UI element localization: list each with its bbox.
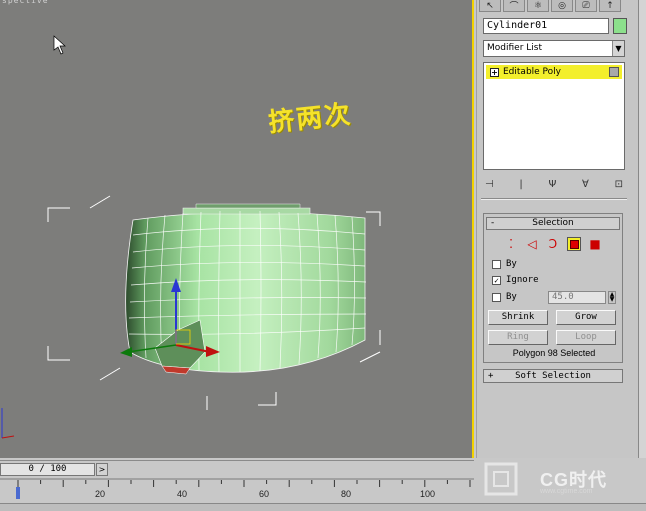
- mouse-cursor-icon: [53, 35, 66, 55]
- selection-rollout: - Selection ⁚ ◁ Ↄ ■ By ✓ Ignore By 45.0 …: [483, 213, 623, 363]
- soft-selection-title: Soft Selection: [515, 371, 591, 381]
- stack-toolbar: ⊣ | Ψ ∀ ⊡: [485, 177, 623, 191]
- configure-sets-icon[interactable]: ⊡: [615, 179, 623, 190]
- current-frame-marker: [16, 487, 20, 499]
- stack-item-label: Editable Poly: [503, 67, 561, 77]
- tick-label: 20: [95, 489, 106, 499]
- by-angle-label: By: [506, 292, 517, 302]
- status-bar: [0, 503, 646, 511]
- make-unique-icon[interactable]: Ψ: [548, 179, 556, 190]
- cylinder-mesh[interactable]: [125, 203, 367, 375]
- by-angle-row[interactable]: By: [492, 291, 517, 303]
- tab-create[interactable]: ↖: [479, 0, 501, 12]
- vertex-icon[interactable]: ⁚: [504, 237, 518, 251]
- modifier-stack[interactable]: + Editable Poly: [483, 62, 625, 170]
- border-icon[interactable]: Ↄ: [546, 237, 560, 251]
- tick-label: 100: [420, 489, 436, 499]
- selection-rollout-header[interactable]: - Selection: [486, 217, 620, 230]
- frame-indicator[interactable]: 0 / 100: [0, 463, 95, 476]
- trackbar[interactable]: 20 40 60 80 100: [0, 477, 474, 503]
- tab-motion[interactable]: ◎: [551, 0, 573, 12]
- modifier-list-label: Modifier List: [487, 43, 542, 53]
- panel-divider: [481, 198, 627, 200]
- soft-selection-rollout-header[interactable]: + Soft Selection: [483, 369, 623, 383]
- tab-utilities[interactable]: ↑: [599, 0, 621, 12]
- watermark-logo: CG时代 www.cgtime.com: [480, 460, 640, 500]
- by-vertex-row[interactable]: By: [492, 258, 517, 270]
- logo-url: www.cgtime.com: [540, 488, 593, 495]
- grow-button[interactable]: Grow: [556, 310, 616, 325]
- chevron-down-icon[interactable]: ▼: [612, 41, 624, 56]
- subobject-level-icons: ⁚ ◁ Ↄ ■: [504, 236, 604, 252]
- shrink-button[interactable]: Shrink: [488, 310, 548, 325]
- ignore-backfacing-checkbox[interactable]: ✓: [492, 275, 501, 285]
- expand-plus-icon: +: [488, 371, 494, 381]
- angle-spinner[interactable]: ▲ ▼: [608, 291, 616, 304]
- tab-display[interactable]: ⎚: [575, 0, 597, 12]
- tab-hierarchy[interactable]: ⚛: [527, 0, 549, 12]
- object-color-swatch[interactable]: [613, 18, 627, 34]
- world-axis-icon: [1, 408, 15, 439]
- panel-scrollbar[interactable]: [638, 0, 646, 458]
- polygon-icon[interactable]: [567, 237, 581, 251]
- pin-stack-icon[interactable]: ⊣: [485, 179, 494, 190]
- stack-item-editable-poly[interactable]: + Editable Poly: [486, 65, 622, 79]
- stack-item-box-icon: [609, 67, 619, 77]
- time-slider[interactable]: 0 / 100 >: [0, 460, 474, 477]
- edge-icon[interactable]: ◁: [525, 237, 539, 251]
- expand-plus-icon[interactable]: +: [490, 67, 499, 77]
- show-end-result-icon[interactable]: |: [519, 179, 522, 190]
- by-vertex-label: By: [506, 259, 517, 269]
- scene-canvas[interactable]: [0, 0, 474, 458]
- modifier-list-dropdown[interactable]: Modifier List ▼: [483, 40, 625, 57]
- command-panel: ↖ ⌒ ⚛ ◎ ⎚ ↑ Cylinder01 Modifier List ▼ +…: [476, 0, 646, 458]
- selection-title: Selection: [532, 218, 574, 228]
- command-panel-tabs: ↖ ⌒ ⚛ ◎ ⎚ ↑: [479, 0, 639, 12]
- by-angle-checkbox[interactable]: [492, 292, 501, 302]
- ignore-backfacing-row[interactable]: ✓ Ignore: [492, 274, 539, 286]
- remove-modifier-icon[interactable]: ∀: [582, 179, 589, 190]
- tab-modify[interactable]: ⌒: [503, 0, 525, 12]
- by-vertex-checkbox[interactable]: [492, 259, 501, 269]
- trackbar-ticks: [0, 478, 474, 499]
- selection-status: Polygon 98 Selected: [512, 348, 596, 358]
- ignore-backfacing-label: Ignore: [506, 275, 539, 285]
- collapse-minus-icon: -: [491, 218, 495, 228]
- tick-label: 40: [177, 489, 188, 499]
- tick-label: 60: [259, 489, 270, 499]
- element-icon[interactable]: ■: [588, 237, 602, 251]
- object-name-field[interactable]: Cylinder01: [483, 18, 609, 34]
- next-frame-button[interactable]: >: [96, 463, 108, 476]
- cg-logo-icon: [484, 462, 518, 496]
- ring-button[interactable]: Ring: [488, 330, 548, 345]
- angle-input[interactable]: 45.0: [548, 291, 606, 304]
- loop-button[interactable]: Loop: [556, 330, 616, 345]
- tick-label: 80: [341, 489, 352, 499]
- perspective-viewport[interactable]: spective 挤两次: [0, 0, 474, 458]
